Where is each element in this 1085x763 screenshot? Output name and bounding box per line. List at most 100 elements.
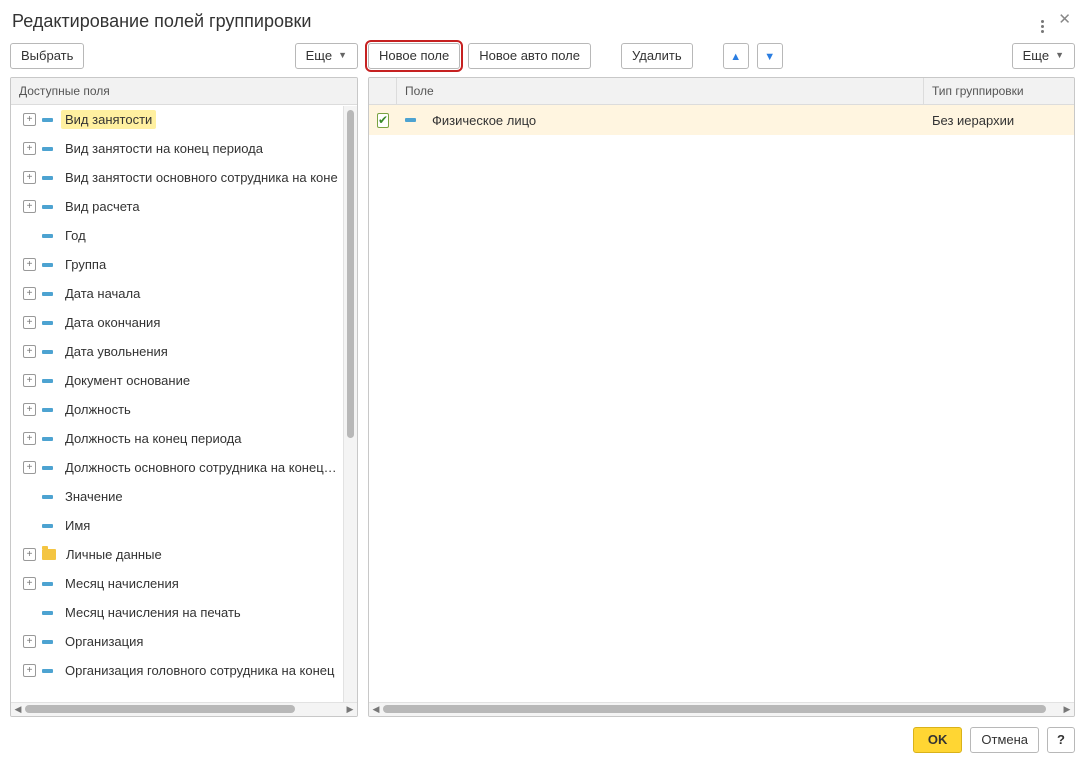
more-menu-icon[interactable] xyxy=(1041,10,1044,33)
expander-icon[interactable]: + xyxy=(23,548,36,561)
tree-row-label: Организация xyxy=(61,632,147,651)
tree-row[interactable]: + Вид расчета xyxy=(11,192,343,221)
tree-row[interactable]: + Организация xyxy=(11,627,343,656)
new-field-button[interactable]: Новое поле xyxy=(368,43,460,69)
dialog-title: Редактирование полей группировки xyxy=(12,11,312,32)
group-field-row[interactable]: ✔ Физическое лицо Без иерархии xyxy=(369,105,1074,135)
tree-row[interactable]: + Дата окончания xyxy=(11,308,343,337)
field-icon xyxy=(42,147,53,151)
expander-icon[interactable]: + xyxy=(23,142,36,155)
field-icon xyxy=(405,118,416,122)
caret-down-icon: ▼ xyxy=(338,51,347,61)
group-fields-list[interactable]: ✔ Физическое лицо Без иерархии xyxy=(369,105,1074,701)
close-icon[interactable] xyxy=(1058,10,1071,33)
tree-row[interactable]: Месяц начисления на печать xyxy=(11,598,343,627)
group-field-label: Физическое лицо xyxy=(432,113,536,128)
tree-row-label: Документ основание xyxy=(61,371,194,390)
field-icon xyxy=(42,466,53,470)
tree-row-label: Личные данные xyxy=(62,545,166,564)
field-icon xyxy=(42,669,53,673)
tree-row-label: Год xyxy=(61,226,90,245)
field-icon xyxy=(42,582,53,586)
field-icon xyxy=(42,611,53,615)
tree-row-label: Вид занятости основного сотрудника на ко… xyxy=(61,168,342,187)
tree-row[interactable]: +Вид занятости xyxy=(11,105,343,134)
vertical-scrollbar[interactable] xyxy=(343,106,357,701)
more-left-label: Еще xyxy=(306,49,332,63)
expander-icon[interactable]: + xyxy=(23,664,36,677)
expander-icon xyxy=(23,519,36,532)
tree-row-label: Организация головного сотрудника на коне… xyxy=(61,661,338,680)
arrow-up-icon xyxy=(730,49,741,63)
tree-row[interactable]: +Месяц начисления xyxy=(11,569,343,598)
tree-row[interactable]: + Дата начала xyxy=(11,279,343,308)
tree-row[interactable]: + Дата увольнения xyxy=(11,337,343,366)
tree-row-label: Дата окончания xyxy=(61,313,164,332)
expander-icon[interactable]: + xyxy=(23,287,36,300)
tree-row-label: Вид занятости на конец периода xyxy=(61,139,267,158)
tree-row-label: Месяц начисления на печать xyxy=(61,603,245,622)
tree-row[interactable]: +Группа xyxy=(11,250,343,279)
field-icon xyxy=(42,234,53,238)
tree-row[interactable]: + Личные данные xyxy=(11,540,343,569)
tree-row[interactable]: + Должность на конец периода xyxy=(11,424,343,453)
expander-icon xyxy=(23,606,36,619)
checkbox[interactable]: ✔ xyxy=(377,113,389,128)
help-button[interactable]: ? xyxy=(1047,727,1075,753)
expander-icon[interactable]: + xyxy=(23,577,36,590)
field-icon xyxy=(42,118,53,122)
new-auto-field-button[interactable]: Новое авто поле xyxy=(468,43,591,69)
group-type-value: Без иерархии xyxy=(924,113,1074,128)
tree-row-label: Имя xyxy=(61,516,94,535)
tree-row[interactable]: + Организация головного сотрудника на кон… xyxy=(11,656,343,685)
field-icon xyxy=(42,263,53,267)
expander-icon[interactable]: + xyxy=(23,113,36,126)
field-icon xyxy=(42,176,53,180)
group-fields-panel: Поле Тип группировки ✔Физическое лицоБез… xyxy=(368,77,1075,716)
expander-icon[interactable]: + xyxy=(23,635,36,648)
cancel-button[interactable]: Отмена xyxy=(970,727,1039,753)
tree-row[interactable]: + Вид занятости на конец периода xyxy=(11,134,343,163)
horizontal-scrollbar-left[interactable]: ◀ ▶ xyxy=(11,702,357,716)
tree-row-label: Должность основного сотрудника на конец … xyxy=(61,458,343,477)
select-button[interactable]: Выбрать xyxy=(10,43,84,69)
expander-icon xyxy=(23,229,36,242)
tree-row-label: Должность xyxy=(61,400,135,419)
ok-button[interactable]: OK xyxy=(913,727,963,753)
expander-icon[interactable]: + xyxy=(23,432,36,445)
tree-row[interactable]: + Вид занятости основного сотрудника на к… xyxy=(11,163,343,192)
expander-icon[interactable]: + xyxy=(23,200,36,213)
col-type-header: Тип группировки xyxy=(924,78,1074,104)
more-right-button[interactable]: Еще ▼ xyxy=(1012,43,1075,69)
move-up-button[interactable] xyxy=(723,43,749,69)
available-fields-tree[interactable]: +Вид занятости+Вид занятости на конец пе… xyxy=(11,105,357,701)
expander-icon[interactable]: + xyxy=(23,345,36,358)
more-left-button[interactable]: Еще ▼ xyxy=(295,43,358,69)
field-icon xyxy=(42,495,53,499)
delete-button[interactable]: Удалить xyxy=(621,43,693,69)
expander-icon[interactable]: + xyxy=(23,316,36,329)
expander-icon[interactable]: + xyxy=(23,258,36,271)
field-icon xyxy=(42,379,53,383)
horizontal-scrollbar-right[interactable]: ◀ ▶ xyxy=(369,702,1074,716)
tree-row[interactable]: Значение xyxy=(11,482,343,511)
tree-row[interactable]: + Должность xyxy=(11,395,343,424)
available-fields-panel: Доступные поля +Вид занятости+Вид занято… xyxy=(10,77,358,716)
tree-row[interactable]: Имя xyxy=(11,511,343,540)
move-down-button[interactable] xyxy=(757,43,783,69)
expander-icon[interactable]: + xyxy=(23,374,36,387)
tree-row[interactable]: + Документ основание xyxy=(11,366,343,395)
available-fields-header: Доступные поля xyxy=(11,78,357,104)
field-icon xyxy=(42,292,53,296)
tree-row[interactable]: + Должность основного сотрудника на конец… xyxy=(11,453,343,482)
expander-icon[interactable]: + xyxy=(23,171,36,184)
tree-row-label: Дата начала xyxy=(61,284,144,303)
tree-row-label: Дата увольнения xyxy=(61,342,172,361)
expander-icon[interactable]: + xyxy=(23,461,36,474)
arrow-down-icon xyxy=(764,49,775,63)
tree-row-label: Должность на конец периода xyxy=(61,429,246,448)
tree-row-label: Вид расчета xyxy=(61,197,144,216)
field-icon xyxy=(42,350,53,354)
tree-row[interactable]: Год xyxy=(11,221,343,250)
expander-icon[interactable]: + xyxy=(23,403,36,416)
